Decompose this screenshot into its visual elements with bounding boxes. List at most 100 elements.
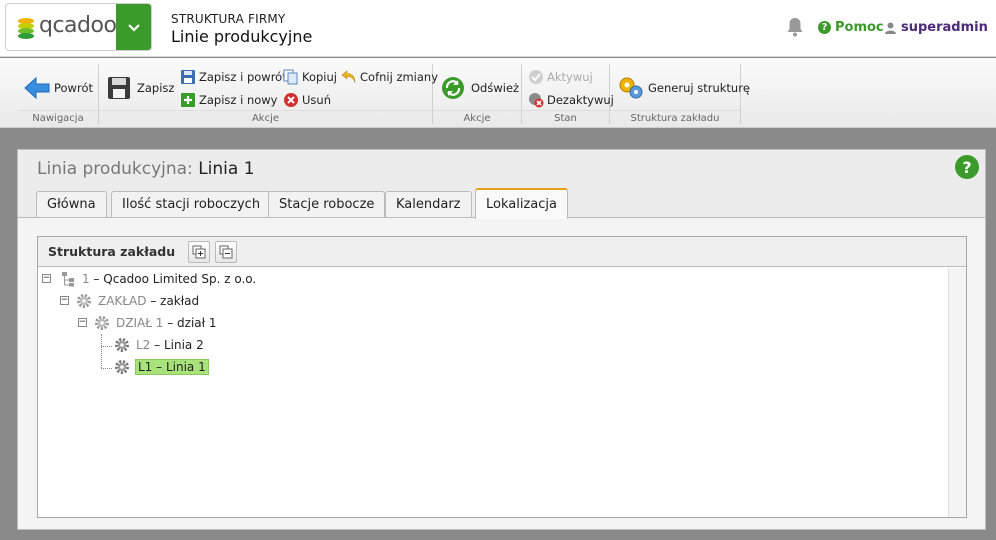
node-separator: –	[152, 360, 166, 374]
app-header: qcadoo STRUKTURA FIRMY Linie produkcyjne…	[0, 0, 996, 57]
copy-label: Kopiuj	[302, 70, 337, 84]
module-title: STRUKTURA FIRMY	[171, 12, 286, 26]
ribbon-group-label: Akcje	[433, 110, 521, 124]
collapse-all-icon	[219, 245, 233, 259]
ribbon-group-actions: Zapisz Zapisz i powrót Zapisz i nowy Kop…	[99, 64, 438, 124]
ribbon-group-label: Stan	[522, 110, 609, 124]
activate-button[interactable]: Aktywuj	[528, 69, 593, 85]
qcadoo-logo-icon	[18, 18, 34, 39]
save-new-icon	[181, 93, 195, 107]
tree-connector	[101, 346, 112, 347]
form-title-label: Linia produkcyjna:	[37, 159, 193, 179]
save-and-back-button[interactable]: Zapisz i powrót	[180, 69, 287, 85]
refresh-icon	[442, 77, 464, 99]
tab-location[interactable]: Lokalizacja	[475, 188, 568, 219]
delete-button[interactable]: Usuń	[283, 92, 331, 108]
collapse-toggle-icon[interactable]: −	[78, 318, 87, 327]
bell-icon[interactable]	[786, 17, 804, 37]
ribbon-group-navigation: Powrót Nawigacja	[18, 64, 99, 124]
back-button[interactable]: Powrót	[24, 76, 93, 100]
expand-all-button[interactable]	[188, 241, 210, 263]
node-separator: –	[163, 316, 178, 330]
tree-connector	[101, 334, 102, 368]
activate-label: Aktywuj	[547, 70, 593, 84]
deactivate-button[interactable]: Dezaktywuj	[528, 92, 614, 108]
copy-icon	[283, 69, 298, 85]
refresh-label: Odśwież	[471, 81, 520, 95]
save-and-new-button[interactable]: Zapisz i nowy	[180, 92, 278, 108]
tab-workstations[interactable]: Stacje robocze	[268, 191, 386, 217]
undo-changes-button[interactable]: Cofnij zmiany	[341, 69, 438, 85]
tab-calendar[interactable]: Kalendarz	[385, 191, 472, 217]
gear-icon	[95, 316, 109, 330]
node-separator: –	[89, 272, 104, 286]
tree-title: Struktura zakładu	[48, 244, 176, 259]
tab-label: Kalendarz	[396, 197, 461, 212]
node-code: DZIAŁ 1	[116, 316, 164, 330]
org-structure-icon	[62, 272, 74, 287]
node-separator: –	[150, 338, 164, 352]
node-code: L1	[138, 360, 153, 374]
tab-label: Główna	[47, 197, 96, 212]
tab-label: Lokalizacja	[486, 197, 557, 212]
save-back-icon	[181, 70, 195, 84]
ribbon-group-label: Struktura zakładu	[610, 110, 740, 124]
logo-text: qcadoo	[39, 13, 117, 38]
ribbon-group-actions-refresh: Odśwież Akcje	[433, 64, 522, 124]
save-label: Zapisz	[137, 81, 175, 95]
node-name: Linia 1	[165, 360, 206, 374]
gear-icon	[115, 338, 129, 352]
main-menu-dropdown[interactable]	[116, 4, 151, 50]
arrow-left-icon	[24, 76, 50, 100]
deactivate-label: Dezaktywuj	[547, 93, 614, 107]
refresh-button[interactable]: Odśwież	[441, 76, 519, 100]
node-name: Qcadoo Limited Sp. z o.o.	[103, 272, 257, 286]
delete-label: Usuń	[302, 93, 331, 107]
node-code: L2	[136, 338, 151, 352]
help-icon: ?	[818, 21, 831, 34]
tab-workstation-count[interactable]: Ilość stacji roboczych	[111, 191, 272, 217]
copy-button[interactable]: Kopiuj	[283, 69, 337, 85]
collapse-toggle-icon[interactable]: −	[42, 274, 51, 283]
node-name: zakład	[160, 294, 200, 308]
ribbon-group-structure: Generuj strukturę Struktura zakładu	[610, 64, 750, 124]
ribbon-toolbar: Powrót Nawigacja Zapisz Zapisz i powrót	[0, 58, 996, 128]
save-and-back-label: Zapisz i powrót	[199, 70, 287, 84]
tree-node-line-l1[interactable]: L1 – Linia 1	[114, 358, 209, 376]
chevron-down-icon	[127, 24, 140, 32]
logo-menu-button[interactable]: qcadoo	[5, 3, 152, 51]
expand-all-icon	[192, 245, 206, 259]
form-panel: Linia produkcyjna: Linia 1 ? Główna Iloś…	[17, 149, 986, 530]
tree-node-factory[interactable]: − ZAKŁAD – zakład	[60, 292, 199, 310]
collapse-all-button[interactable]	[215, 241, 237, 263]
page-title: Linie produkcyjne	[171, 27, 313, 46]
ribbon-group-label: Akcje	[99, 110, 432, 124]
help-link[interactable]: ? Pomoc	[818, 20, 884, 35]
activate-icon	[529, 70, 543, 84]
generate-structure-label: Generuj strukturę	[648, 81, 750, 95]
undo-changes-label: Cofnij zmiany	[360, 70, 439, 84]
user-menu[interactable]: superadmin	[885, 20, 996, 35]
tree-node-division[interactable]: − DZIAŁ 1 – dział 1	[78, 314, 217, 332]
tree-scrollbar[interactable]	[948, 268, 966, 517]
selected-node-label: L1 – Linia 1	[135, 359, 209, 375]
save-button[interactable]: Zapisz	[107, 76, 174, 100]
floppy-disk-icon	[108, 77, 130, 99]
panel-help-icon[interactable]: ?	[955, 155, 979, 179]
form-title: Linia produkcyjna: Linia 1	[37, 159, 255, 179]
tree-body: − 1 – Qcadoo Limited Sp. z o.o. − ZAKŁAD…	[38, 268, 948, 517]
node-code: 1	[82, 272, 90, 286]
tab-main[interactable]: Główna	[36, 191, 107, 217]
node-name: Linia 2	[163, 338, 204, 352]
delete-icon	[284, 93, 298, 107]
gears-icon	[619, 77, 643, 99]
back-label: Powrót	[54, 81, 93, 95]
collapse-toggle-icon[interactable]: −	[60, 296, 69, 305]
form-title-value: Linia 1	[198, 159, 255, 179]
generate-structure-button[interactable]: Generuj strukturę	[618, 76, 750, 100]
node-separator: –	[146, 294, 161, 308]
panel-header: Linia produkcyjna: Linia 1 ? Główna Iloś…	[18, 150, 985, 219]
tree-node-company[interactable]: − 1 – Qcadoo Limited Sp. z o.o.	[42, 270, 256, 288]
tree-header: Struktura zakładu	[38, 237, 966, 267]
tree-node-line-l2[interactable]: L2 – Linia 2	[114, 336, 204, 354]
